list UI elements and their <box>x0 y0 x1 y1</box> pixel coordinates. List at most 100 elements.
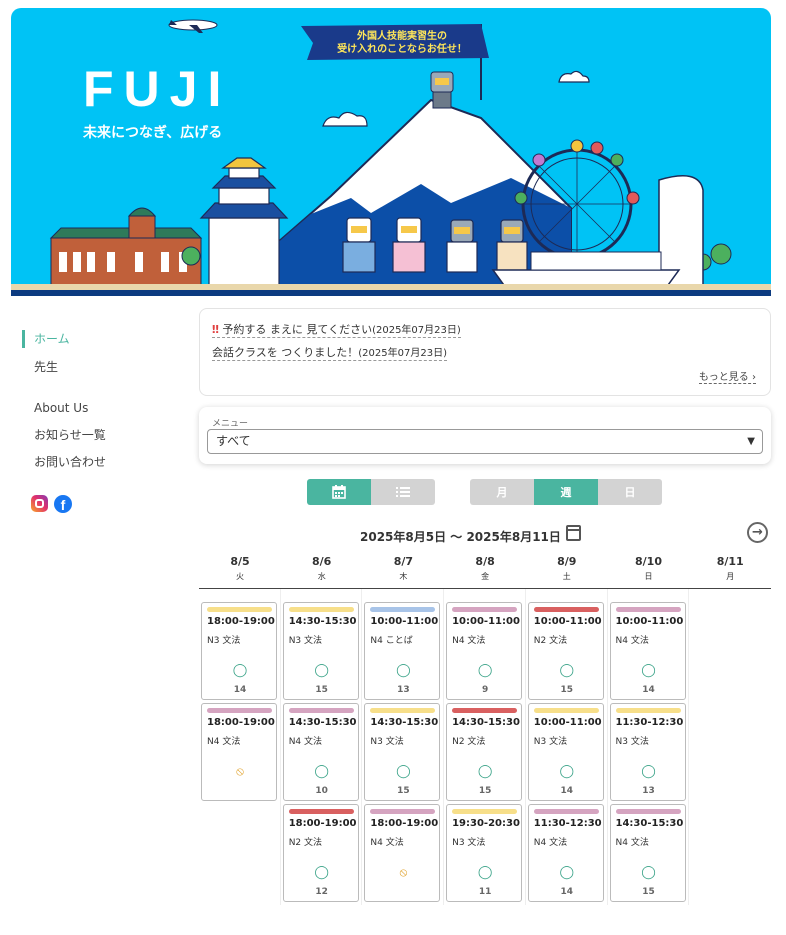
facebook-icon[interactable]: f <box>54 495 72 513</box>
day-header: 8/6 水 <box>281 555 363 582</box>
column-divider <box>443 589 445 905</box>
lesson-card[interactable]: 10:00-11:00 N4 ことば ◯ 13 <box>364 602 441 700</box>
lesson-time: 11:30-12:30 <box>615 717 684 728</box>
lesson-card[interactable]: 19:30-20:30 N3 文法 ◯ 11 <box>446 804 523 902</box>
lesson-course: N2 文法 <box>288 838 323 848</box>
lesson-card[interactable]: 14:30-15:30 N4 文法 ◯ 15 <box>609 804 686 902</box>
lesson-time: 14:30-15:30 <box>370 717 439 728</box>
lesson-course: N4 文法 <box>533 838 568 848</box>
lesson-card[interactable]: 18:00-19:00 N3 文法 ◯ 14 <box>201 602 277 700</box>
menu-label: メニュー <box>212 419 249 429</box>
hero-banner: FUJI 未来につなぎ、広げる 外国人技能実習生の 受け入れのことならお任せ！ <box>11 8 771 296</box>
available-circle-icon: ◯ <box>559 663 575 678</box>
next-week-button[interactable]: → <box>747 522 768 543</box>
calendar-view-button[interactable] <box>307 479 371 505</box>
day-tab[interactable]: 日 <box>598 479 662 505</box>
seats-remaining: 15 <box>560 685 574 695</box>
lesson-course: N4 文法 <box>288 737 323 747</box>
more-link[interactable]: もっと見る › <box>698 368 756 384</box>
month-tab[interactable]: 月 <box>470 479 534 505</box>
day-header: 8/9 土 <box>526 555 608 582</box>
level-color-bar <box>533 809 599 814</box>
lesson-course: N4 文法 <box>615 636 649 646</box>
sidebar-item-home[interactable]: ホーム <box>22 330 70 348</box>
day-weekday: 日 <box>644 572 653 581</box>
level-color-bar <box>370 809 436 814</box>
lesson-card[interactable]: 14:30-15:30 N4 文法 ◯ 10 <box>282 703 359 801</box>
column-divider <box>688 589 690 905</box>
lesson-time: 10:00-11:00 <box>370 616 439 627</box>
level-color-bar <box>207 708 272 713</box>
calendar-picker-icon[interactable] <box>566 525 581 541</box>
lesson-course: N4 ことば <box>370 636 413 646</box>
lesson-course: N4 文法 <box>615 838 649 848</box>
day-weekday: 木 <box>399 572 408 581</box>
available-circle-icon: ◯ <box>477 764 493 779</box>
news-panel: ‼ 予約する まえに 見てください(2025年07月23日) 会話クラスを つく… <box>199 308 771 396</box>
lesson-card[interactable]: 14:30-15:30 N3 文法 ◯ 15 <box>364 703 441 801</box>
news-item[interactable]: 会話クラスを つくりました！(2025年07月23日) <box>212 344 447 361</box>
day-date: 8/7 <box>393 555 414 568</box>
lesson-course: N3 文法 <box>207 636 241 646</box>
lesson-time: 14:30-15:30 <box>452 717 520 728</box>
level-color-bar <box>288 607 354 612</box>
lesson-card[interactable]: 11:30-12:30 N3 文法 ◯ 13 <box>609 703 686 801</box>
seats-remaining: 14 <box>642 685 655 695</box>
lesson-time: 10:00-11:00 <box>533 616 602 627</box>
lesson-card[interactable]: 18:00-19:00 N4 文法 ⦸ <box>364 804 441 902</box>
level-color-bar <box>452 708 518 713</box>
lesson-card[interactable]: 18:00-19:00 N2 文法 ◯ 12 <box>282 804 359 902</box>
lesson-card[interactable]: 10:00-11:00 N3 文法 ◯ 14 <box>527 703 604 801</box>
lesson-course: N3 文法 <box>533 737 568 747</box>
lesson-card[interactable]: 11:30-12:30 N4 文法 ◯ 14 <box>527 804 604 902</box>
lesson-card[interactable]: 14:30-15:30 N3 文法 ◯ 15 <box>282 602 359 700</box>
available-circle-icon: ◯ <box>477 663 493 678</box>
sidebar-item-news[interactable]: お知らせ一覧 <box>22 426 106 444</box>
lesson-time: 10:00-11:00 <box>533 717 602 728</box>
column-divider <box>606 589 608 905</box>
seats-remaining: 15 <box>642 887 655 897</box>
lesson-card[interactable]: 18:00-19:00 N4 文法 ⦸ <box>201 703 277 801</box>
menu-select[interactable]: すべて ▼ <box>207 429 763 454</box>
sidebar-item-contact[interactable]: お問い合わせ <box>22 453 106 471</box>
day-header: 8/10 日 <box>608 555 690 582</box>
unavailable-icon: ⦸ <box>399 865 408 879</box>
day-header: 8/8 金 <box>444 555 526 582</box>
available-circle-icon: ◯ <box>396 663 411 678</box>
list-view-button[interactable] <box>371 479 435 505</box>
lesson-card[interactable]: 10:00-11:00 N4 文法 ◯ 14 <box>609 602 686 700</box>
available-circle-icon: ◯ <box>314 663 329 678</box>
lesson-card[interactable]: 10:00-11:00 N4 文法 ◯ 9 <box>446 602 523 700</box>
lesson-time: 11:30-12:30 <box>533 818 602 829</box>
level-color-bar <box>615 708 681 713</box>
instagram-icon[interactable] <box>31 495 48 512</box>
seats-remaining: 14 <box>233 685 247 695</box>
airplane-icon <box>168 19 218 33</box>
news-item[interactable]: ‼ 予約する まえに 見てください(2025年07月23日) <box>212 321 461 338</box>
sidebar-item-teachers[interactable]: 先生 <box>22 358 58 376</box>
lesson-course: N4 文法 <box>452 636 486 646</box>
lesson-time: 19:30-20:30 <box>452 818 520 829</box>
view-toggle <box>307 479 435 505</box>
column-divider <box>279 589 281 905</box>
day-date: 8/10 <box>635 555 662 568</box>
seats-remaining: 14 <box>560 887 574 897</box>
day-header: 8/5 火 <box>199 555 281 582</box>
sidebar-item-about[interactable]: About Us <box>22 399 88 417</box>
lesson-time: 18:00-19:00 <box>207 616 275 627</box>
day-date: 8/5 <box>230 555 250 568</box>
lesson-course: N3 文法 <box>288 636 323 646</box>
level-color-bar <box>370 708 436 713</box>
seats-remaining: 13 <box>642 786 655 796</box>
lesson-card[interactable]: 10:00-11:00 N2 文法 ◯ 15 <box>527 602 604 700</box>
seats-remaining: 14 <box>560 786 574 796</box>
level-color-bar <box>533 607 599 612</box>
date-range: 2025年8月5日 〜 2025年8月11日 <box>360 530 561 544</box>
period-toggle: 月 週 日 <box>470 479 662 505</box>
list-icon <box>396 487 410 497</box>
column-divider <box>361 589 363 905</box>
day-date: 8/9 <box>557 555 577 568</box>
week-tab[interactable]: 週 <box>534 479 598 505</box>
lesson-card[interactable]: 14:30-15:30 N2 文法 ◯ 15 <box>446 703 523 801</box>
seats-remaining: 13 <box>397 685 410 695</box>
